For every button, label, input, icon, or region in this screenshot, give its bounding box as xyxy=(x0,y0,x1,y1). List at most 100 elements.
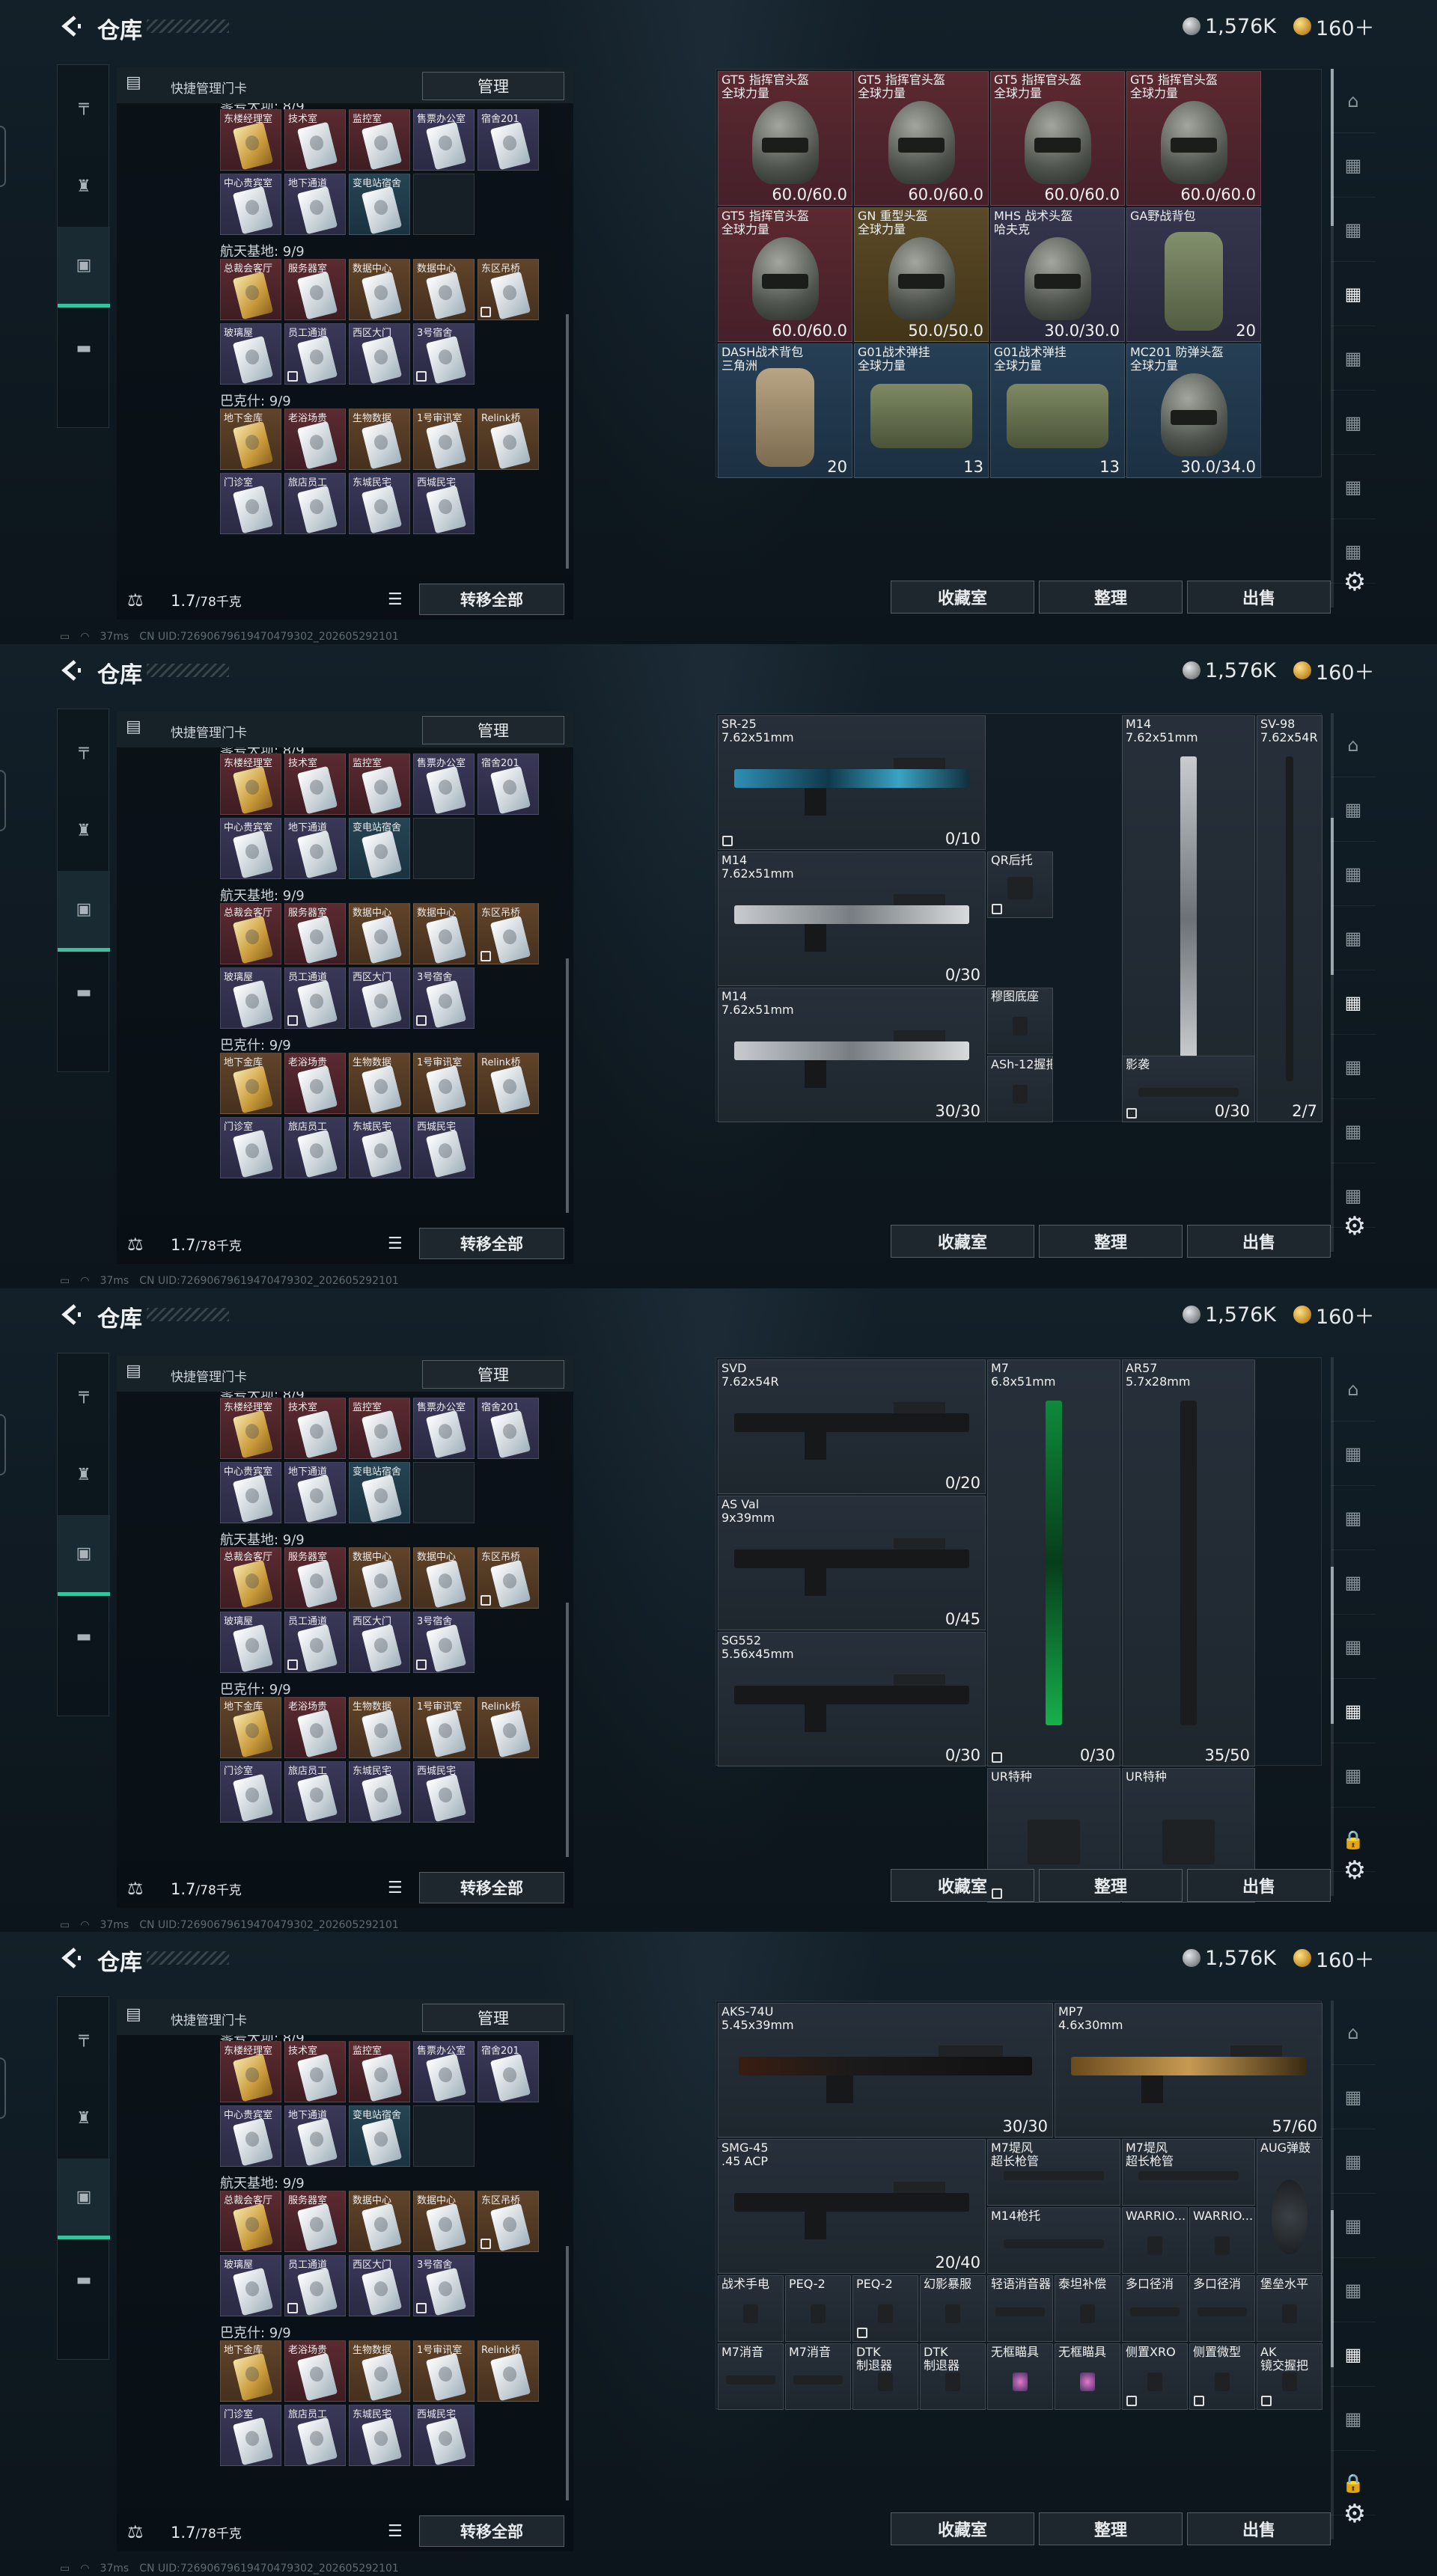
keycard-slot[interactable]: 东区吊桥 xyxy=(478,903,539,964)
keycard-slot[interactable]: 东楼经理室 xyxy=(220,1398,281,1459)
sell-button[interactable]: 出售 xyxy=(1187,1225,1331,1258)
keycard-slot[interactable]: 数据中心 xyxy=(349,903,410,964)
stash-item[interactable]: GT5 指挥官头盔 全球力量 60.0/60.0 xyxy=(990,71,1125,206)
sell-button[interactable]: 出售 xyxy=(1187,2512,1331,2545)
gear-icon[interactable]: ⚙ xyxy=(1340,2499,1370,2529)
stash-item[interactable]: QR后托 xyxy=(987,851,1053,918)
keycard-slot[interactable]: 门诊室 xyxy=(220,2405,281,2466)
keycard-slot[interactable]: 技术室 xyxy=(284,1398,346,1459)
sell-button[interactable]: 出售 xyxy=(1187,581,1331,614)
keycard-slot[interactable]: 西区大门 xyxy=(349,2255,410,2316)
keycard-slot[interactable]: 东楼经理室 xyxy=(220,2041,281,2102)
nav-keycard-tab[interactable]: ▣ xyxy=(58,1515,110,1596)
stash-item[interactable]: MHS 战术头盔 哈夫克 30.0/30.0 xyxy=(990,207,1125,342)
keycard-slot[interactable]: 地下金库 xyxy=(220,1053,281,1114)
keycard-slot[interactable]: Relink桥 xyxy=(478,2340,539,2402)
stash-item[interactable]: 战术手电 xyxy=(718,2275,784,2342)
keycard-slot[interactable]: 变电站宿舍 xyxy=(349,818,410,879)
keycard-slot[interactable]: 生物数据 xyxy=(349,1697,410,1758)
gold-currency[interactable]: 160＋ xyxy=(1293,1303,1375,1329)
stash-item[interactable]: M14枪托 xyxy=(987,2207,1120,2274)
stash-page-tab[interactable]: ▦ xyxy=(1331,1743,1376,1808)
keycard-slot[interactable]: 监控室 xyxy=(349,2041,410,2102)
stash-page-tab[interactable]: ▦ xyxy=(1331,2322,1376,2387)
stash-item[interactable]: M7堤风 超长枪管 xyxy=(1122,2139,1255,2206)
keycard-slot[interactable]: 玻璃屋 xyxy=(220,323,281,385)
keycard-slot[interactable]: 3号宿舍 xyxy=(413,967,475,1029)
keycard-slot[interactable]: 东区吊桥 xyxy=(478,259,539,320)
stash-page-tab[interactable]: ▦ xyxy=(1331,326,1376,391)
keycard-slot[interactable]: 西城民宅 xyxy=(413,473,475,534)
nav-equipment-tab[interactable]: ♜ xyxy=(58,1434,110,1515)
keycard-slot[interactable]: 地下金库 xyxy=(220,409,281,470)
stash-page-tab[interactable]: ▦ xyxy=(1331,262,1376,326)
keycard-slot[interactable]: 技术室 xyxy=(284,109,346,171)
stash-item[interactable]: SV-98 7.62x54R 2/7 xyxy=(1257,715,1322,1122)
nav-keycard-tab[interactable]: ▣ xyxy=(58,2159,110,2239)
collection-room-button[interactable]: 收藏室 xyxy=(891,1869,1034,1902)
gold-currency[interactable]: 160＋ xyxy=(1293,659,1375,685)
keycard-scrollbar[interactable] xyxy=(566,958,569,1213)
keycard-scrollbar[interactable] xyxy=(566,2246,569,2500)
stash-item[interactable]: MP7 4.6x30mm 57/60 xyxy=(1055,2003,1322,2138)
nav-weapons-tab[interactable]: ╤ xyxy=(58,1997,110,2078)
keycard-slot[interactable]: 员工通道 xyxy=(284,967,346,1029)
keycard-slot[interactable]: 东城民宅 xyxy=(349,1761,410,1823)
keycard-slot[interactable]: 地下金库 xyxy=(220,2340,281,2402)
keycard-slot[interactable]: 宿舍201 xyxy=(478,2041,539,2102)
stash-item[interactable]: WARRIO... xyxy=(1189,2207,1255,2274)
stash-item[interactable]: 穆图底座 xyxy=(987,988,1053,1054)
stash-page-tab[interactable]: ⌂ xyxy=(1331,2001,1376,2065)
stash-page-tab[interactable]: ▦ xyxy=(1331,2258,1376,2322)
keycard-slot[interactable]: 中心贵宾室 xyxy=(220,2105,281,2167)
keycard-slot[interactable]: 3号宿舍 xyxy=(413,1612,475,1673)
keycard-slot[interactable]: 宿舍201 xyxy=(478,109,539,171)
stash-item[interactable]: PEQ-2 xyxy=(852,2275,918,2342)
keycard-slot[interactable]: 员工通道 xyxy=(284,323,346,385)
keycard-slot[interactable]: 老浴场贵 xyxy=(284,409,346,470)
gear-icon[interactable]: ⚙ xyxy=(1340,567,1370,597)
keycard-slot[interactable]: 售票办公室 xyxy=(413,1398,475,1459)
keycard-slot[interactable]: 门诊室 xyxy=(220,473,281,534)
gear-icon[interactable]: ⚙ xyxy=(1340,1855,1370,1885)
keycard-slot[interactable]: 服务器室 xyxy=(284,903,346,964)
keycard-slot[interactable]: 门诊室 xyxy=(220,1761,281,1823)
keycard-slot[interactable]: 西区大门 xyxy=(349,967,410,1029)
stash-item[interactable]: G01战术弹挂 全球力量 13 xyxy=(854,343,989,478)
nav-equipment-tab[interactable]: ♜ xyxy=(58,790,110,871)
stash-item[interactable]: 侧置XRO xyxy=(1122,2343,1188,2410)
stash-page-tab[interactable]: ⌂ xyxy=(1331,69,1376,133)
keycard-slot[interactable]: 地下金库 xyxy=(220,1697,281,1758)
keycard-slot[interactable]: 1号审讯室 xyxy=(413,1697,475,1758)
keycard-slot[interactable]: 1号审讯室 xyxy=(413,2340,475,2402)
keycard-slot[interactable]: 技术室 xyxy=(284,753,346,815)
keycard-scrollbar[interactable] xyxy=(566,314,569,569)
nav-supplies-tab[interactable]: ▬ xyxy=(58,1596,110,1677)
stash-item[interactable]: AKS-74U 5.45x39mm 30/30 xyxy=(718,2003,1053,2138)
keycard-slot[interactable]: 东楼经理室 xyxy=(220,753,281,815)
gold-currency[interactable]: 160＋ xyxy=(1293,15,1375,40)
keycard-slot[interactable]: 旅店员工 xyxy=(284,2405,346,2466)
list-icon[interactable]: ☰ xyxy=(388,2522,403,2541)
keycard-slot[interactable]: 员工通道 xyxy=(284,1612,346,1673)
nav-weapons-tab[interactable]: ╤ xyxy=(58,709,110,790)
keycard-slot[interactable]: 变电站宿舍 xyxy=(349,1462,410,1523)
stash-page-tab[interactable]: ▦ xyxy=(1331,2129,1376,2194)
keycard-slot[interactable]: 数据中心 xyxy=(413,2191,475,2252)
keycard-slot[interactable]: 数据中心 xyxy=(349,2191,410,2252)
keycard-slot[interactable]: 西区大门 xyxy=(349,323,410,385)
keycard-slot[interactable]: 数据中心 xyxy=(413,903,475,964)
keycard-slot[interactable]: 服务器室 xyxy=(284,2191,346,2252)
keycard-slot[interactable]: 数据中心 xyxy=(349,1547,410,1609)
keycard-slot[interactable]: 总裁会客厅 xyxy=(220,1547,281,1609)
stash-item[interactable]: 多口径消 xyxy=(1122,2275,1188,2342)
stash-item[interactable]: DASH战术背包 三角洲 20 xyxy=(718,343,852,478)
keycard-slot[interactable]: 宿舍201 xyxy=(478,1398,539,1459)
stash-item[interactable]: SVD 7.62x54R 0/20 xyxy=(718,1359,986,1494)
stash-page-tab[interactable]: ▦ xyxy=(1331,777,1376,842)
keycard-slot[interactable]: 老浴场贵 xyxy=(284,1697,346,1758)
stash-item[interactable]: SR-25 7.62x51mm 0/10 xyxy=(718,715,986,850)
keycard-slot[interactable]: 门诊室 xyxy=(220,1117,281,1178)
keycard-slot[interactable]: 数据中心 xyxy=(349,259,410,320)
nav-keycard-tab[interactable]: ▣ xyxy=(58,227,110,308)
